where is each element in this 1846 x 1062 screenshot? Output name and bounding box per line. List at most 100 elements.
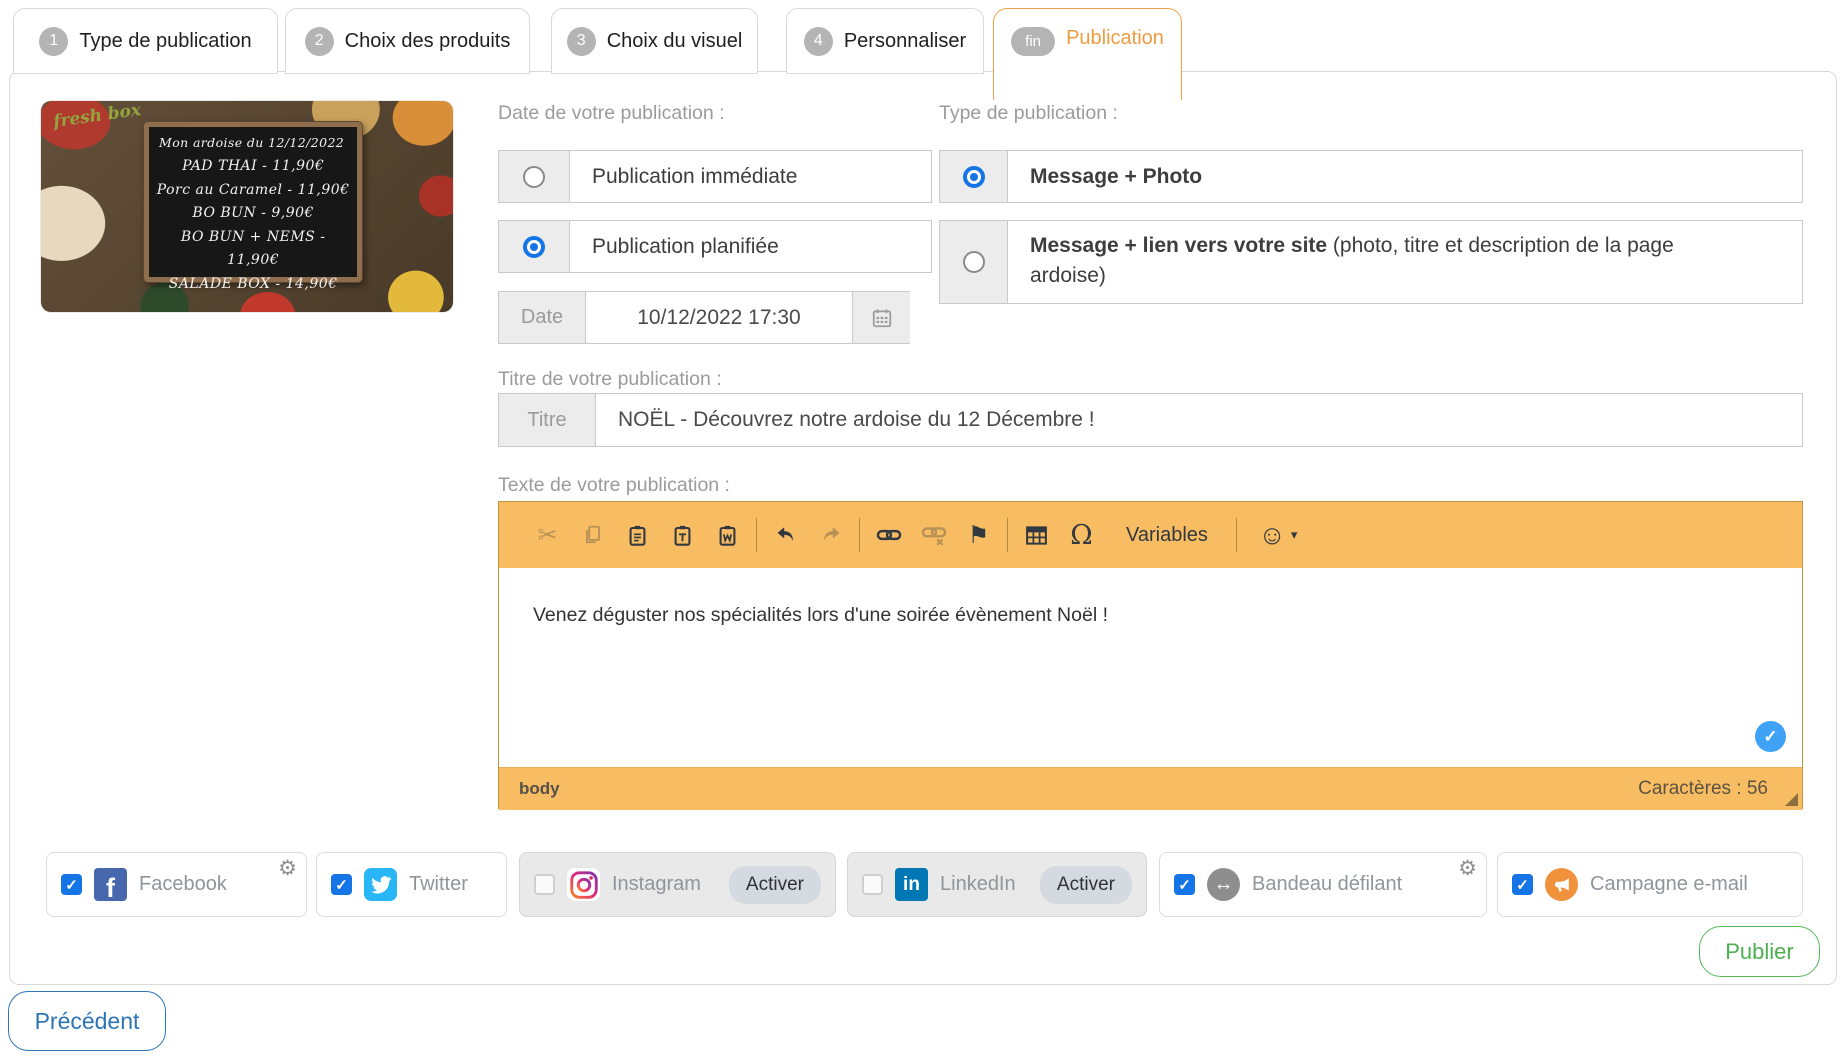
paste-icon[interactable] (615, 514, 660, 556)
freshbox-logo: fresh box (52, 101, 143, 133)
date-field-addon: Date (499, 292, 586, 343)
tab-label: Choix du visuel (606, 29, 743, 52)
channel-label: Facebook (139, 873, 227, 895)
option-label[interactable]: Publication immédiate (570, 151, 797, 202)
paste-text-icon[interactable] (660, 514, 705, 556)
channel-label: Bandeau défilant (1252, 873, 1403, 895)
editor-content[interactable]: Venez déguster nos spécialités lors d'un… (499, 568, 1802, 767)
instagram-checkbox[interactable] (534, 874, 555, 895)
variables-button[interactable]: Variables (1104, 524, 1230, 547)
toolbar-separator (859, 518, 860, 552)
tab-publication-active[interactable]: fin Publication (993, 8, 1182, 100)
link-icon[interactable] (866, 514, 911, 556)
special-character-icon[interactable]: Ω (1059, 514, 1104, 556)
channel-label: LinkedIn (940, 873, 1016, 895)
date-section-label: Date de votre publication : (498, 102, 725, 124)
toolbar-separator (756, 518, 757, 552)
option-publication-immediate: Publication immédiate (498, 150, 932, 203)
radio-addon (499, 221, 570, 272)
validation-check-icon: ✓ (1755, 721, 1786, 752)
chevron-down-icon: ▾ (1290, 527, 1298, 542)
undo-icon[interactable] (763, 514, 808, 556)
option-message-photo: Message + Photo (939, 150, 1803, 203)
tab-choix-du-visuel[interactable]: 3 Choix du visuel (551, 8, 758, 74)
tab-step-badge: 2 (304, 26, 334, 56)
radio-message-photo[interactable] (962, 165, 985, 188)
menu-line: Porc au Caramel - 11,90€ (156, 181, 350, 198)
tab-step-badge: fin (1011, 27, 1056, 56)
unlink-icon[interactable] (911, 514, 956, 556)
radio-message-lien[interactable] (962, 251, 985, 273)
channel-label: Twitter (409, 873, 468, 895)
redo-icon[interactable] (808, 514, 853, 556)
table-icon[interactable] (1014, 514, 1059, 556)
menu-line: BO BUN + NEMS - 11,90€ (180, 228, 326, 269)
radio-publication-planifiee[interactable] (523, 235, 545, 258)
linkedin-activate-button[interactable]: Activer (1039, 865, 1132, 904)
smiley-icon: ☺ (1258, 519, 1286, 550)
facebook-checkbox[interactable]: ✓ (61, 874, 82, 895)
previous-button[interactable]: Précédent (8, 991, 166, 1051)
title-section-label: Titre de votre publication : (498, 368, 722, 390)
channel-twitter: ✓ Twitter (316, 852, 507, 917)
calendar-icon (871, 307, 893, 329)
instagram-icon (567, 868, 600, 901)
text-section-label: Texte de votre publication : (498, 474, 730, 496)
radio-addon (940, 151, 1008, 202)
rich-text-editor: ✂ ⚑ Ω Variables ☺ ▾ Venez déguster nos s… (498, 501, 1803, 810)
menu-line: BO BUN - 9,90€ (192, 205, 314, 222)
paste-word-icon[interactable] (705, 514, 750, 556)
option-label[interactable]: Message + Photo (1008, 151, 1202, 202)
facebook-icon: f (94, 868, 127, 901)
menu-line: PAD THAI - 11,90€ (182, 158, 325, 175)
chalkboard: Mon ardoise du 12/12/2022 PAD THAI - 11,… (144, 122, 363, 292)
title-field-addon: Titre (499, 394, 596, 446)
smiley-dropdown[interactable]: ☺ ▾ (1243, 514, 1313, 556)
tab-type-de-publication[interactable]: 1 Type de publication (13, 8, 278, 74)
cut-icon[interactable]: ✂ (525, 514, 570, 556)
title-input[interactable] (596, 394, 1802, 446)
campagne-checkbox[interactable]: ✓ (1512, 874, 1533, 895)
radio-addon (940, 221, 1008, 303)
publish-button[interactable]: Publier (1699, 926, 1820, 977)
resize-handle-icon[interactable] (1785, 793, 1798, 806)
radio-publication-immediate[interactable] (523, 165, 545, 188)
character-count: Caractères : 56 (1638, 778, 1768, 799)
tab-personnaliser[interactable]: 4 Personnaliser (786, 8, 984, 74)
option-message-lien: Message + lien vers votre site (photo, t… (939, 220, 1803, 304)
channel-label: Instagram (612, 873, 701, 895)
tab-label: Publication (1066, 27, 1164, 49)
date-input[interactable] (586, 292, 852, 343)
publication-panel: fresh box Mon ardoise du 12/12/2022 PAD … (9, 71, 1837, 985)
calendar-addon[interactable] (852, 292, 910, 343)
twitter-icon (364, 868, 397, 901)
instagram-activate-button[interactable]: Activer (728, 865, 821, 904)
toolbar-separator (1007, 518, 1008, 552)
copy-icon[interactable] (570, 514, 615, 556)
board-title: Mon ardoise du 12/12/2022 (159, 135, 345, 151)
element-path[interactable]: body (519, 779, 560, 799)
twitter-checkbox[interactable]: ✓ (331, 874, 352, 895)
bandeau-settings-gear-icon[interactable]: ⚙ (1458, 858, 1477, 879)
editor-toolbar: ✂ ⚑ Ω Variables ☺ ▾ (499, 502, 1802, 568)
channel-facebook: ✓ f Facebook ⚙ (46, 852, 307, 917)
publication-visual-preview: fresh box Mon ardoise du 12/12/2022 PAD … (41, 101, 453, 312)
tab-step-badge: 1 (39, 26, 69, 56)
bandeau-checkbox[interactable]: ✓ (1174, 874, 1195, 895)
linkedin-checkbox[interactable] (862, 874, 883, 895)
option-label[interactable]: Publication planifiée (570, 221, 779, 272)
channel-label: Campagne e-mail (1590, 873, 1748, 895)
facebook-settings-gear-icon[interactable]: ⚙ (278, 858, 297, 879)
tab-label: Type de publication (79, 29, 252, 52)
anchor-flag-icon[interactable]: ⚑ (956, 514, 1001, 556)
option-label[interactable]: Message + lien vers votre site (photo, t… (1008, 221, 1710, 303)
menu-line: SALADE BOX - 14,90€ (168, 275, 338, 292)
date-field-group: Date (498, 291, 910, 344)
channel-campagne-email: ✓ Campagne e-mail (1497, 852, 1803, 917)
channel-instagram: Instagram Activer (519, 852, 836, 917)
radio-addon (499, 151, 570, 202)
toolbar-separator (1235, 518, 1237, 552)
email-campaign-megaphone-icon (1545, 868, 1578, 901)
scrolling-banner-icon: ↔ (1207, 868, 1240, 901)
tab-choix-des-produits[interactable]: 2 Choix des produits (285, 8, 530, 74)
